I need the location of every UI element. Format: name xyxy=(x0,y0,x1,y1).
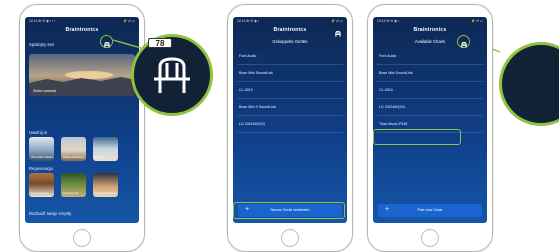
device-item[interactable]: LG CM2460(00) xyxy=(377,99,483,116)
device-item[interactable]: Ford Audio xyxy=(377,48,483,65)
phone-available-chairs: 10:14 ⊕ ✉ ◉ ▪ ⚡ ıll ▭ Braintronics Avail… xyxy=(367,4,493,252)
device-name: Bose Mini SoundLink xyxy=(379,71,413,75)
device-item[interactable]: LG CM2460(00) xyxy=(237,116,343,133)
pair-new-chair-button[interactable]: + Pair new Chair xyxy=(378,204,482,217)
chair-button[interactable] xyxy=(459,37,469,48)
paired-devices-screen: 10:14 ⊕ ✉ ◉ ▪ ⚡ ıll ▭ Braintronics Gekop… xyxy=(233,17,347,223)
device-name: LG CM2460(00) xyxy=(379,105,405,109)
available-chairs-screen: 10:14 ⊕ ✉ ◉ ▪ ⚡ ıll ▭ Braintronics Avail… xyxy=(373,17,487,223)
chair-icon-callout xyxy=(131,34,213,116)
chair-icon xyxy=(335,31,341,37)
status-bar: 10:14 ⊕ ✉ ◉ ▪ ⚡ ıll ▭ xyxy=(373,17,487,25)
status-right: ⚡ ıll ▭ xyxy=(331,19,343,23)
pair-button-highlight xyxy=(233,202,345,219)
device-name: Bose Mini SoundLink xyxy=(239,71,273,75)
chair-item-highlight xyxy=(373,129,461,145)
device-item[interactable]: Bose Mini II SoundLink xyxy=(237,99,343,116)
status-right: ⚡ ıll ▭ xyxy=(471,19,483,23)
device-item[interactable]: Bose Mini SoundLink xyxy=(377,65,483,82)
device-name: Bose Mini II SoundLink xyxy=(239,105,276,109)
app-bar: Braintronics xyxy=(233,25,347,37)
chair-icon xyxy=(154,57,190,93)
home-button[interactable] xyxy=(281,229,299,247)
chair-icon xyxy=(104,42,110,48)
device-item[interactable]: Ford Audio xyxy=(237,48,343,65)
status-bar: 10:14 ⊕ ✉ ◉ ▪ ⚡ ıll ▭ xyxy=(233,17,347,25)
device-name: CL-3010 xyxy=(239,88,253,92)
status-left: 10:14 ⊕ ✉ ◉ ▪ xyxy=(377,19,400,23)
device-name: Ford Audio xyxy=(239,54,257,58)
chair-button[interactable] xyxy=(102,37,112,48)
pair-button-label: Pair new Chair xyxy=(417,208,443,212)
chair-icon xyxy=(461,42,467,48)
device-name: LG CM2460(00) xyxy=(239,122,265,126)
device-name: Trian-Music-P348 xyxy=(379,122,408,126)
chair-button[interactable] xyxy=(333,26,343,37)
screen-title: Gekoppelte Geräte xyxy=(272,39,308,44)
home-button[interactable] xyxy=(421,229,439,247)
device-name: Ford Audio xyxy=(379,54,397,58)
device-item[interactable]: CL-3010 xyxy=(237,82,343,99)
brand-title: Braintronics xyxy=(273,27,307,33)
brand-title: Braintronics xyxy=(413,27,447,33)
app-bar: Braintronics xyxy=(373,25,487,37)
device-item[interactable]: CL-3010 xyxy=(377,82,483,99)
device-item[interactable]: Bose Mini SoundLink xyxy=(237,65,343,82)
battery-badge: 78 xyxy=(148,38,172,48)
status-left: 10:14 ⊕ ✉ ◉ ▪ xyxy=(237,19,260,23)
device-name: CL-3010 xyxy=(379,88,393,92)
